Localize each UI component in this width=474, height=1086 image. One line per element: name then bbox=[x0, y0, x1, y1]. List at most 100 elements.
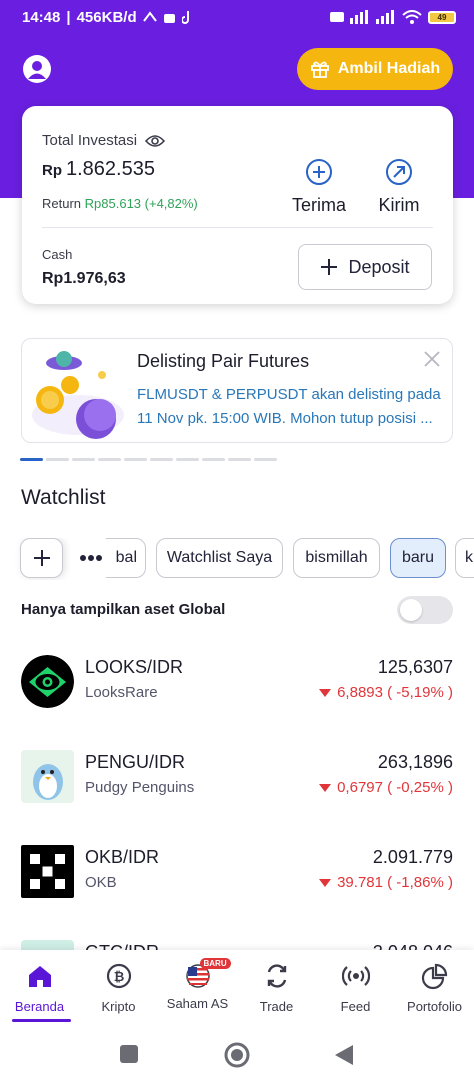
asset-row-looks[interactable]: LOOKS/IDR LooksRare 125,6307 6,8893 ( -5… bbox=[21, 655, 453, 711]
nav-label: Beranda bbox=[14, 999, 65, 1014]
more-options-button[interactable] bbox=[70, 538, 112, 578]
receive-button[interactable]: Terima bbox=[284, 158, 354, 216]
global-filter-label: Hanya tampilkan aset Global bbox=[21, 601, 226, 618]
carousel-dot bbox=[228, 458, 251, 461]
down-arrow-icon bbox=[319, 783, 332, 792]
carousel-dot bbox=[254, 458, 277, 461]
toggle-knob bbox=[400, 599, 422, 621]
asset-pair: OKB/IDR bbox=[85, 847, 160, 867]
carousel-indicator bbox=[20, 458, 277, 461]
announcement-banner[interactable]: Delisting Pair Futures FLMUSDT & PERPUSD… bbox=[21, 338, 453, 443]
tiktok-icon bbox=[181, 11, 189, 24]
pie-chart-icon bbox=[421, 963, 447, 990]
looksrare-logo bbox=[21, 655, 74, 708]
carousel-dot bbox=[72, 458, 95, 461]
asset-name: Pudgy Penguins bbox=[85, 779, 195, 796]
asset-price: 2.091.779 bbox=[372, 847, 453, 867]
banner-title: Delisting Pair Futures bbox=[137, 351, 310, 371]
signal-icon bbox=[330, 10, 368, 24]
carousel-dot bbox=[176, 458, 199, 461]
pudgy-penguins-logo bbox=[21, 750, 74, 803]
tab-watchlist-saya[interactable]: Watchlist Saya bbox=[156, 538, 283, 578]
nav-beranda[interactable]: Beranda bbox=[0, 950, 79, 1026]
claim-reward-button[interactable]: Ambil Hadiah bbox=[297, 48, 453, 90]
battery-icon: 49 bbox=[428, 10, 456, 24]
deposit-label: Deposit bbox=[348, 256, 410, 277]
signal-2-icon bbox=[376, 10, 394, 24]
eye-icon[interactable] bbox=[145, 134, 166, 148]
watchlist-title: Watchlist bbox=[21, 486, 106, 509]
tab-bismillah[interactable]: bismillah bbox=[293, 538, 380, 578]
card-divider bbox=[42, 227, 433, 228]
add-watchlist-button[interactable] bbox=[20, 538, 63, 578]
send-button[interactable]: Kirim bbox=[364, 158, 434, 216]
total-investment-label: Total Investasi bbox=[42, 132, 166, 149]
home-button-icon[interactable] bbox=[224, 1042, 250, 1068]
global-filter-row: Hanya tampilkan aset Global bbox=[21, 596, 453, 624]
nav-portofolio[interactable]: Portofolio bbox=[395, 950, 474, 1026]
nav-feed[interactable]: Feed bbox=[316, 950, 395, 1026]
send-label: Kirim bbox=[378, 195, 420, 215]
investment-card: Total Investasi Rp 1.862.535 Return Rp85.… bbox=[22, 106, 453, 304]
asset-change: 0,6797 ( -0,25% ) bbox=[319, 779, 453, 796]
asset-change: 39.781 ( -1,86% ) bbox=[319, 874, 453, 891]
shop-icon bbox=[163, 13, 175, 23]
carousel-dot bbox=[150, 458, 173, 461]
status-time: 14:48 bbox=[22, 8, 61, 26]
nav-label: Portofolio bbox=[407, 999, 462, 1014]
tab-baru[interactable]: baru bbox=[390, 538, 446, 578]
return-value: Rp85.613 (+4,82%) bbox=[84, 196, 198, 211]
system-navigation-bar bbox=[0, 1026, 474, 1086]
asset-pair: LOOKS/IDR bbox=[85, 657, 184, 677]
banner-text[interactable]: FLMUSDT & PERPUSDT akan delisting pada 1… bbox=[137, 383, 445, 431]
new-badge: BARU bbox=[199, 958, 231, 969]
notification-icon bbox=[142, 11, 157, 22]
back-icon[interactable] bbox=[334, 1044, 354, 1066]
recent-apps-icon[interactable] bbox=[119, 1044, 139, 1064]
nav-label: Kripto bbox=[101, 999, 136, 1014]
asset-price: 125,6307 bbox=[377, 657, 453, 677]
nav-trade[interactable]: Trade bbox=[237, 950, 316, 1026]
asset-name: OKB bbox=[85, 874, 117, 891]
deposit-button[interactable]: Deposit bbox=[298, 244, 432, 290]
carousel-dot bbox=[124, 458, 147, 461]
plus-icon bbox=[321, 259, 338, 275]
cash-value: Rp1.976,63 bbox=[42, 270, 126, 287]
wifi-icon bbox=[402, 10, 422, 24]
nav-label: Saham AS bbox=[166, 996, 229, 1011]
carousel-dot bbox=[20, 458, 43, 461]
more-dots-icon bbox=[80, 555, 102, 561]
claim-reward-label: Ambil Hadiah bbox=[337, 60, 441, 77]
profile-icon[interactable] bbox=[22, 54, 52, 84]
plus-circle-icon bbox=[306, 159, 332, 185]
receive-label: Terima bbox=[291, 195, 346, 215]
carousel-dot bbox=[202, 458, 225, 461]
watchlist-tabs: bal Watchlist Saya bismillah baru k bbox=[0, 538, 474, 580]
asset-name: LooksRare bbox=[85, 684, 158, 701]
asset-price: 263,1896 bbox=[377, 752, 453, 772]
bottom-navigation: Beranda ₿ Kripto BARU Saham AS Trade Fee… bbox=[0, 950, 474, 1026]
okb-logo bbox=[21, 845, 74, 898]
nav-label: Trade bbox=[259, 999, 294, 1014]
asset-row-okb[interactable]: OKB/IDR OKB 2.091.779 39.781 ( -1,86% ) bbox=[21, 845, 453, 901]
close-icon[interactable] bbox=[422, 349, 442, 369]
asset-row-pengu[interactable]: PENGU/IDR Pudgy Penguins 263,1896 0,6797… bbox=[21, 750, 453, 806]
status-speed: 456KB/d bbox=[76, 8, 137, 26]
gift-icon bbox=[310, 61, 329, 78]
broadcast-icon bbox=[341, 966, 370, 986]
down-arrow-icon bbox=[319, 688, 332, 697]
nav-label: Feed bbox=[340, 999, 371, 1014]
global-filter-toggle[interactable] bbox=[397, 596, 453, 624]
asset-change: 6,8893 ( -5,19% ) bbox=[319, 684, 453, 701]
plus-icon bbox=[33, 550, 50, 566]
tab-next[interactable]: k bbox=[455, 538, 474, 578]
svg-text:₿: ₿ bbox=[113, 969, 124, 984]
home-icon bbox=[28, 966, 51, 987]
down-arrow-icon bbox=[319, 878, 332, 887]
nav-kripto[interactable]: ₿ Kripto bbox=[79, 950, 158, 1026]
cash-label: Cash bbox=[42, 247, 73, 262]
carousel-dot bbox=[98, 458, 121, 461]
carousel-dot bbox=[46, 458, 69, 461]
asset-pair: PENGU/IDR bbox=[85, 752, 186, 772]
nav-saham-as[interactable]: BARU Saham AS bbox=[158, 950, 237, 1026]
